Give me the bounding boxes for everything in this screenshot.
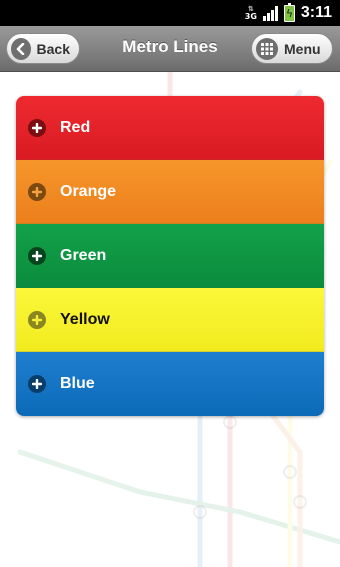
signal-strength-icon	[262, 5, 278, 21]
metro-line-list: Red Orange Green Yellow Blue	[16, 96, 324, 416]
battery-charging-icon: ϟ	[283, 2, 295, 22]
line-label: Blue	[60, 375, 95, 392]
expand-plus-icon	[28, 246, 46, 265]
line-label: Red	[60, 118, 91, 136]
back-arrow-icon	[11, 37, 31, 60]
status-bar: ⇅ 3G ϟ 3:11	[0, 0, 340, 26]
line-label: Yellow	[60, 310, 110, 328]
network-type: 3G	[244, 12, 257, 21]
expand-plus-icon	[28, 118, 46, 137]
line-item-red[interactable]: Red	[16, 96, 324, 160]
menu-button-label: Menu	[284, 40, 321, 57]
line-item-yellow[interactable]: Yellow	[16, 288, 324, 352]
expand-plus-icon	[28, 182, 46, 201]
expand-plus-icon	[28, 375, 46, 393]
menu-button[interactable]: Menu	[251, 33, 333, 64]
expand-plus-icon	[28, 310, 46, 329]
line-item-orange[interactable]: Orange	[16, 160, 324, 224]
network-indicator: ⇅ 3G	[245, 5, 257, 21]
line-item-blue[interactable]: Blue	[16, 352, 324, 416]
status-time: 3:11	[300, 4, 332, 21]
back-button[interactable]: Back	[6, 33, 80, 64]
back-button-label: Back	[36, 40, 70, 57]
line-label: Green	[60, 246, 107, 264]
line-label: Orange	[60, 182, 117, 200]
title-bar: Back Metro Lines Menu	[0, 26, 340, 72]
line-item-green[interactable]: Green	[16, 224, 324, 288]
grid-menu-icon	[256, 37, 278, 60]
